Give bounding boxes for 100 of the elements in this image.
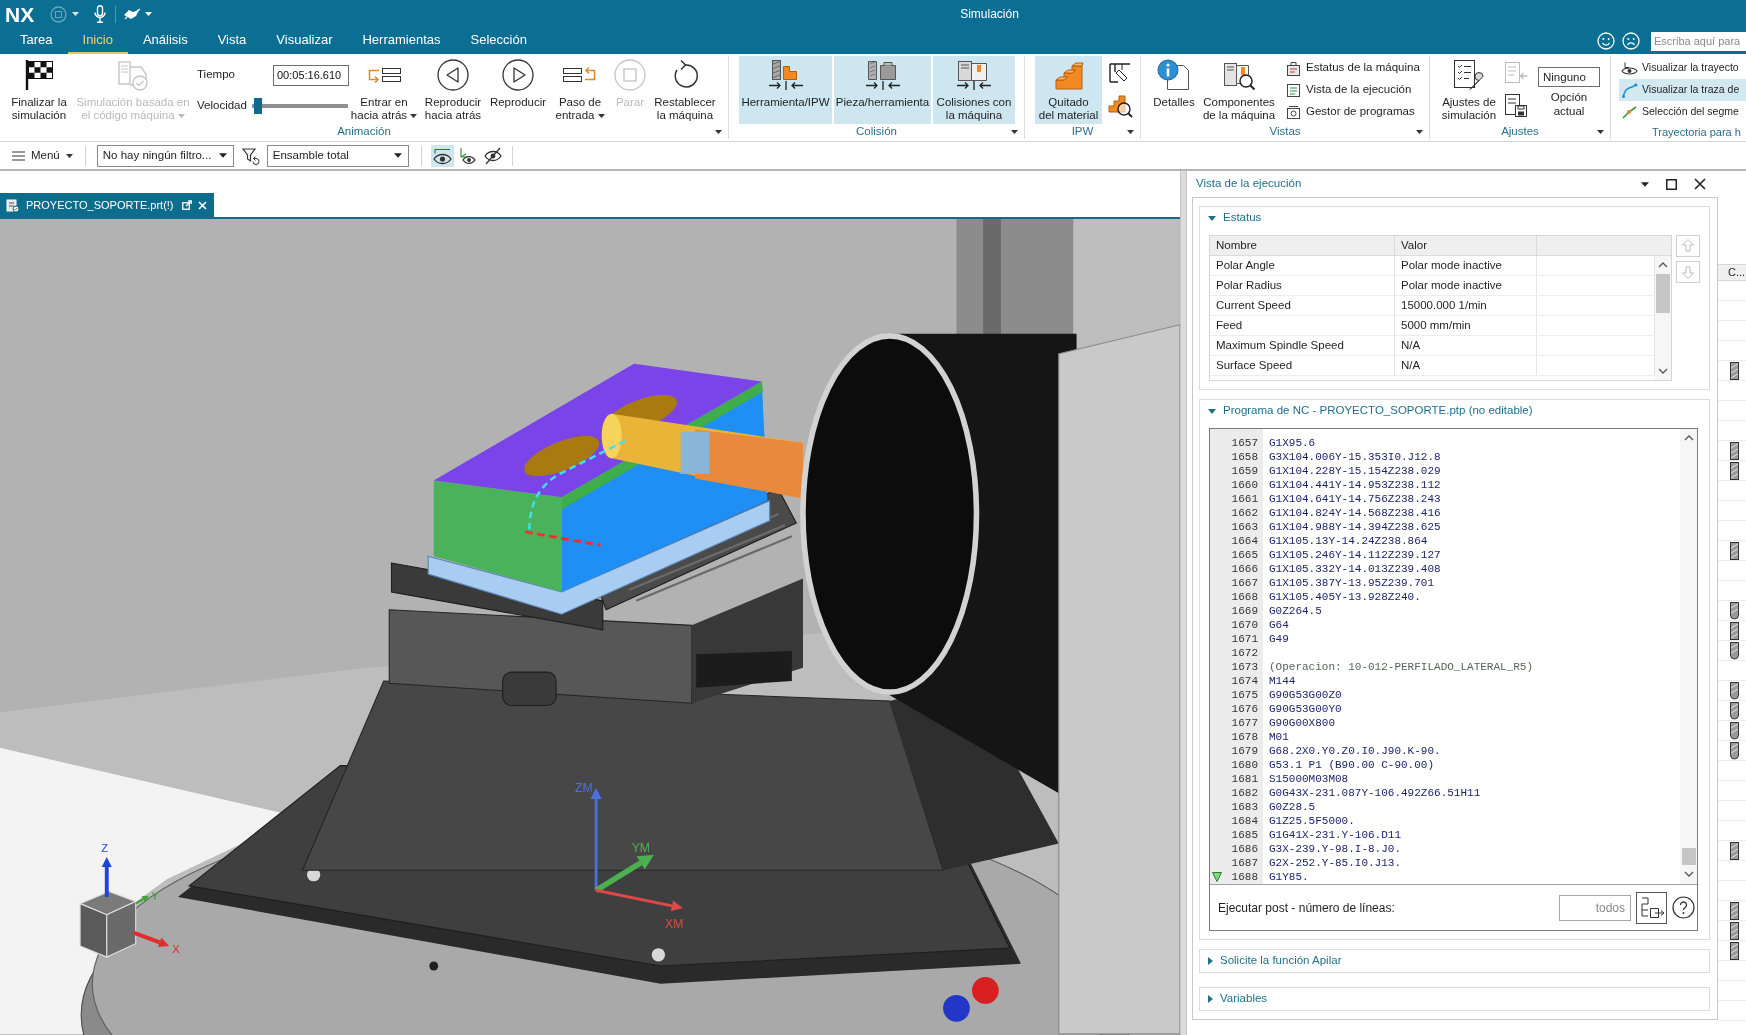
section-title[interactable]: Solicite la función Apilar bbox=[1220, 952, 1342, 970]
view-cube-icon[interactable] bbox=[78, 890, 138, 958]
section-title[interactable]: Variables bbox=[1220, 990, 1268, 1008]
filter-dropdown[interactable]: No hay ningún filtro... bbox=[96, 144, 234, 167]
caret-down-icon[interactable] bbox=[1208, 408, 1216, 414]
tool-ipw-collision-button[interactable]: Herramienta/IPW bbox=[739, 56, 832, 124]
menu-button[interactable]: Menú bbox=[9, 144, 76, 167]
menu-icon[interactable] bbox=[12, 150, 25, 161]
launcher-caret-icon[interactable] bbox=[1416, 130, 1423, 135]
boxes-arrow-icon[interactable] bbox=[563, 67, 597, 83]
reset-machine-button[interactable]: Restablecer la máquina bbox=[652, 56, 718, 124]
search-field[interactable]: Escriba aquí para bbox=[1651, 31, 1746, 51]
happy-face-icon[interactable] bbox=[1597, 32, 1615, 50]
graphics-viewport[interactable]: ZM YM XM Z Y X bbox=[0, 219, 1180, 1035]
machine-collision-button[interactable]: Colisiones con la máquina bbox=[933, 56, 1015, 124]
line-count-field[interactable]: todos bbox=[1559, 894, 1631, 921]
scrollbar-thumb[interactable] bbox=[1656, 274, 1670, 313]
material-removal-button[interactable]: Quitado del material bbox=[1035, 56, 1102, 124]
caret-down-icon[interactable] bbox=[1208, 215, 1216, 221]
caret-icon[interactable] bbox=[218, 153, 227, 158]
speed-slider[interactable] bbox=[252, 98, 348, 114]
machine-arrows-icon[interactable] bbox=[955, 59, 993, 91]
checklist-arrow-icon[interactable] bbox=[1503, 60, 1529, 86]
simulation-settings-button[interactable]: Ajustes de simulación bbox=[1440, 56, 1498, 124]
help-icon[interactable] bbox=[1672, 896, 1695, 919]
caret-icon[interactable] bbox=[410, 113, 418, 118]
caret-right-icon[interactable] bbox=[1208, 957, 1213, 965]
section-title[interactable]: Estatus bbox=[1223, 209, 1262, 227]
group-label: IPW bbox=[1071, 126, 1094, 138]
section-title[interactable]: Programa de NC - PROYECTO_SOPORTE.ptp (no editable) bbox=[1223, 402, 1533, 420]
play-button[interactable]: Reproducir bbox=[487, 56, 549, 124]
document-check-icon[interactable] bbox=[6, 197, 20, 213]
menu-tab[interactable]: Selección bbox=[455, 28, 542, 54]
scrollbar[interactable] bbox=[1655, 256, 1671, 380]
line-number: 1678 bbox=[1231, 731, 1258, 743]
scrollbar[interactable] bbox=[1680, 429, 1697, 884]
list-export-icon[interactable] bbox=[1636, 891, 1667, 924]
line-number: 1672 bbox=[1231, 647, 1258, 659]
maximize-icon[interactable] bbox=[1666, 178, 1677, 190]
table-cell: Surface Speed bbox=[1210, 356, 1395, 375]
table-cell: Current Speed bbox=[1210, 296, 1395, 315]
stairs-magnifier-icon[interactable] bbox=[1107, 92, 1133, 118]
option-field[interactable]: Ninguno bbox=[1538, 67, 1600, 87]
slider-thumb[interactable] bbox=[253, 98, 262, 114]
show-toolpath-button[interactable]: Visualizar la trayecto bbox=[1619, 57, 1746, 79]
menu-tab[interactable]: Herramientas bbox=[347, 28, 456, 54]
finish-simulation-button[interactable]: Finalizar la simulación bbox=[6, 56, 72, 124]
document-tab[interactable]: PROYECTO_SOPORTE.prt(!) bbox=[0, 193, 214, 217]
hand-icon[interactable] bbox=[123, 8, 142, 20]
step-forward-button[interactable]: Paso de entrada bbox=[553, 56, 607, 124]
segment-selection-button[interactable]: Selección del segme bbox=[1619, 101, 1746, 123]
scroll-down-icon[interactable] bbox=[1658, 368, 1668, 374]
show-trace-button[interactable]: Visualizar la traza de bbox=[1619, 79, 1746, 101]
funnel-undo-icon[interactable] bbox=[241, 146, 260, 165]
part-tool-collision-button[interactable]: Pieza/herramienta bbox=[834, 56, 931, 124]
arrow-boxes-icon[interactable] bbox=[367, 67, 401, 83]
details-button[interactable]: Detalles bbox=[1152, 56, 1196, 124]
play-backward-button[interactable]: Reproducir hacia atrás bbox=[421, 56, 485, 124]
caret-icon[interactable] bbox=[1641, 181, 1649, 187]
assembly-dropdown[interactable]: Ensamble total bbox=[266, 144, 409, 167]
stairs-icon[interactable] bbox=[1052, 59, 1085, 91]
play-backward-icon[interactable] bbox=[437, 59, 469, 91]
menu-tab[interactable]: Tarea bbox=[5, 28, 68, 54]
close-icon[interactable] bbox=[1694, 178, 1706, 190]
launcher-caret-icon[interactable] bbox=[1597, 130, 1604, 135]
menu-tab[interactable]: Análisis bbox=[127, 28, 203, 54]
scroll-down-icon[interactable] bbox=[1683, 871, 1694, 877]
machine-components-button[interactable]: Componentes de la máquina bbox=[1200, 56, 1278, 124]
menu-tab[interactable]: Visualizar bbox=[261, 28, 348, 54]
checklist-save-icon[interactable] bbox=[1503, 92, 1529, 118]
info-page-icon[interactable] bbox=[1157, 59, 1191, 91]
launcher-caret-icon[interactable] bbox=[715, 130, 722, 135]
caret-right-icon[interactable] bbox=[1208, 995, 1213, 1003]
program-manager-button[interactable]: Gestor de programas bbox=[1286, 101, 1420, 123]
csys-eye-icon[interactable] bbox=[430, 144, 454, 167]
checkered-flag-icon[interactable] bbox=[24, 59, 54, 91]
sad-face-icon[interactable] bbox=[1622, 32, 1640, 50]
time-field[interactable]: 00:05:16.610 bbox=[273, 64, 349, 86]
checklist-wrench-icon[interactable] bbox=[1452, 59, 1486, 91]
scroll-up-icon[interactable] bbox=[1658, 262, 1668, 268]
machine-status-button[interactable]: Estatus de la máquina bbox=[1286, 57, 1420, 79]
microphone-icon[interactable] bbox=[94, 5, 107, 23]
launcher-caret-icon[interactable] bbox=[1011, 130, 1018, 135]
segment-icon bbox=[1621, 104, 1638, 120]
launcher-caret-icon[interactable] bbox=[1127, 130, 1134, 135]
scroll-up-icon[interactable] bbox=[1683, 435, 1694, 441]
execution-view-button[interactable]: Vista de la ejecución bbox=[1286, 79, 1420, 101]
caret-icon[interactable] bbox=[597, 113, 605, 118]
caret-icon[interactable] bbox=[393, 153, 402, 158]
box-arrow-icon[interactable] bbox=[181, 200, 192, 210]
menu-tab[interactable]: Vista bbox=[202, 28, 262, 54]
play-icon[interactable] bbox=[502, 59, 534, 91]
scrollbar-thumb[interactable] bbox=[1681, 848, 1696, 865]
step-back-button[interactable]: Entrar en hacia atrás bbox=[349, 56, 419, 124]
caret-icon[interactable] bbox=[65, 153, 73, 158]
eye-path-icon bbox=[1621, 60, 1638, 76]
caliper-icon[interactable] bbox=[1107, 60, 1133, 86]
tool-block-arrows-icon[interactable] bbox=[766, 59, 805, 91]
blocks-arrows-icon[interactable] bbox=[863, 59, 902, 91]
knob bbox=[972, 977, 999, 1004]
